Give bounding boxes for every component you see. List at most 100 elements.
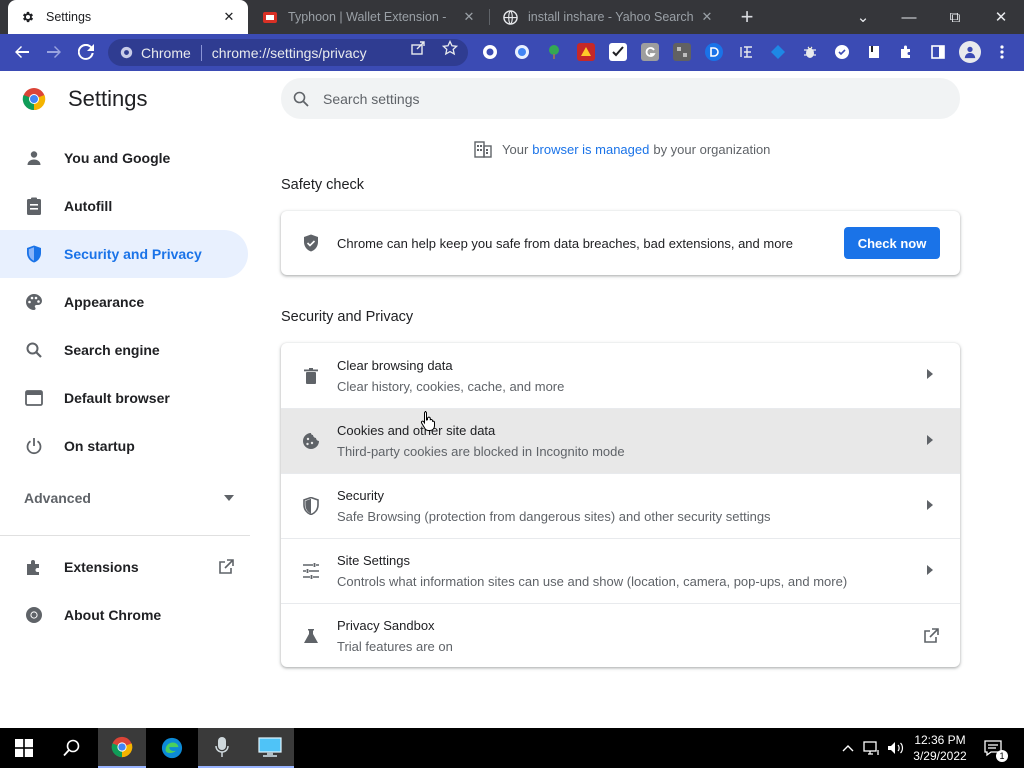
- sidebar-item-label: Extensions: [64, 559, 139, 575]
- clock-date: 3/29/2022: [913, 749, 967, 763]
- trash-icon: [301, 366, 321, 386]
- taskbar-search-button[interactable]: [48, 728, 96, 768]
- back-button[interactable]: [8, 38, 36, 66]
- tab-typhoon[interactable]: Typhoon | Wallet Extension - ✕: [250, 0, 488, 34]
- notification-center-icon[interactable]: 1: [982, 738, 1008, 762]
- extension-kanji-icon[interactable]: [737, 43, 755, 61]
- extension-d-icon[interactable]: [705, 43, 723, 61]
- arrow-right-icon: [47, 46, 61, 58]
- sidebar-item-search-engine[interactable]: Search engine: [0, 326, 248, 374]
- row-privacy-sandbox[interactable]: Privacy Sandbox Trial features are on: [281, 603, 960, 667]
- extension-checkmark-icon[interactable]: [609, 43, 627, 61]
- search-icon: [63, 739, 80, 757]
- search-input[interactable]: [323, 90, 923, 107]
- sidebar-item-on-startup[interactable]: On startup: [0, 422, 248, 470]
- extension-diamond-icon[interactable]: [769, 43, 787, 61]
- settings-header: Settings: [22, 86, 148, 112]
- browser-icon: [24, 388, 44, 408]
- sidebar-item-security-and-privacy[interactable]: Security and Privacy: [0, 230, 248, 278]
- side-panel-icon[interactable]: [929, 43, 947, 61]
- sidebar-item-label: Default browser: [64, 390, 170, 406]
- more-menu-icon[interactable]: [993, 43, 1011, 61]
- notification-count-badge: 1: [996, 750, 1008, 762]
- extension-bug-icon[interactable]: [801, 43, 819, 61]
- share-icon[interactable]: [410, 40, 426, 56]
- taskbar-remote-desktop-button[interactable]: [246, 728, 294, 768]
- profile-avatar-icon[interactable]: [959, 41, 981, 63]
- edge-logo-icon: [161, 737, 183, 759]
- row-subtitle: Safe Browsing (protection from dangerous…: [337, 509, 771, 524]
- taskbar-edge-button[interactable]: [148, 728, 196, 768]
- close-icon[interactable]: ✕: [220, 8, 238, 26]
- close-icon[interactable]: ✕: [698, 8, 716, 26]
- row-clear-browsing-data[interactable]: Clear browsing data Clear history, cooki…: [281, 343, 960, 408]
- sidebar-item-label: Search engine: [64, 342, 160, 358]
- sidebar-item-autofill[interactable]: Autofill: [0, 182, 248, 230]
- shield-check-icon: [301, 233, 321, 253]
- site-chip-label: Chrome: [141, 44, 191, 61]
- search-settings[interactable]: [281, 78, 960, 119]
- gear-icon: [20, 9, 36, 25]
- sidebar-item-label: About Chrome: [64, 607, 162, 623]
- taskbar-microphone-button[interactable]: [198, 728, 246, 768]
- sidebar-item-appearance[interactable]: Appearance: [0, 278, 248, 326]
- tab-settings[interactable]: Settings ✕: [8, 0, 248, 34]
- minimize-button[interactable]: —: [886, 0, 932, 34]
- row-subtitle: Third-party cookies are blocked in Incog…: [337, 444, 625, 459]
- safety-check-card: Chrome can help keep you safe from data …: [281, 211, 960, 275]
- row-title: Privacy Sandbox: [337, 618, 435, 633]
- page-title: Settings: [68, 86, 148, 111]
- close-icon[interactable]: ✕: [460, 8, 478, 26]
- sidebar-divider: [0, 535, 250, 536]
- new-tab-button[interactable]: +: [734, 4, 760, 30]
- extensions-puzzle-icon[interactable]: [897, 43, 915, 61]
- security-privacy-card: Clear browsing data Clear history, cooki…: [281, 343, 960, 667]
- microphone-icon: [215, 737, 229, 757]
- extension-tree-icon[interactable]: [545, 43, 563, 61]
- search-icon: [293, 91, 309, 107]
- bookmark-star-icon[interactable]: [442, 40, 458, 56]
- system-clock[interactable]: 12:36 PM 3/29/2022: [905, 732, 975, 764]
- reload-button[interactable]: [72, 38, 100, 66]
- extension-red-badge-icon[interactable]: [577, 43, 595, 61]
- check-now-button[interactable]: Check now: [844, 227, 940, 259]
- window-close-button[interactable]: ✕: [978, 0, 1024, 34]
- windows-start-button[interactable]: [0, 728, 48, 768]
- extension-circle-icon[interactable]: [513, 43, 531, 61]
- row-cookies-and-other-site-data[interactable]: Cookies and other site data Third-party …: [281, 408, 960, 473]
- advanced-label: Advanced: [24, 490, 91, 506]
- maximize-button[interactable]: ⧉: [932, 0, 978, 34]
- row-title: Security: [337, 488, 384, 503]
- tray-chevron-up-icon[interactable]: [838, 738, 858, 758]
- power-icon: [24, 436, 44, 456]
- arrow-right-icon: [924, 564, 936, 576]
- row-site-settings[interactable]: Site Settings Controls what information …: [281, 538, 960, 603]
- tab-search-chevron-icon[interactable]: ⌄: [840, 0, 886, 34]
- sidebar-item-default-browser[interactable]: Default browser: [0, 374, 248, 422]
- sidebar-item-label: Appearance: [64, 294, 145, 310]
- sidebar-item-about-chrome[interactable]: About Chrome: [0, 591, 248, 639]
- shield-icon: [301, 496, 321, 516]
- tab-yahoo-search[interactable]: install inshare - Yahoo Search ✕: [490, 0, 726, 34]
- sidebar-item-you-and-google[interactable]: You and Google: [0, 134, 248, 182]
- extension-grid-icon[interactable]: [673, 43, 691, 61]
- volume-icon[interactable]: [886, 738, 906, 758]
- chrome-logo-icon: [22, 88, 46, 111]
- extension-white-circle-icon[interactable]: [833, 43, 851, 61]
- sidebar-advanced-toggle[interactable]: Advanced: [24, 490, 234, 506]
- managed-link[interactable]: browser is managed: [532, 142, 649, 157]
- chrome-logo-icon: [111, 736, 133, 758]
- taskbar-chrome-button[interactable]: [98, 728, 146, 768]
- extension-g-icon[interactable]: [641, 43, 659, 61]
- sidebar-item-extensions[interactable]: Extensions: [0, 543, 248, 591]
- url-text[interactable]: chrome://settings/privacy: [212, 45, 367, 61]
- reload-icon: [78, 44, 94, 60]
- extension-puzzle-shield-icon[interactable]: [481, 43, 499, 61]
- windows-taskbar: 12:36 PM 3/29/2022 1: [0, 728, 1024, 768]
- extension-notebook-icon[interactable]: [865, 43, 883, 61]
- network-icon[interactable]: [862, 738, 882, 758]
- row-security[interactable]: Security Safe Browsing (protection from …: [281, 473, 960, 538]
- site-chip[interactable]: Chrome: [120, 45, 191, 61]
- open-in-new-icon: [922, 627, 940, 645]
- forward-button[interactable]: [40, 38, 68, 66]
